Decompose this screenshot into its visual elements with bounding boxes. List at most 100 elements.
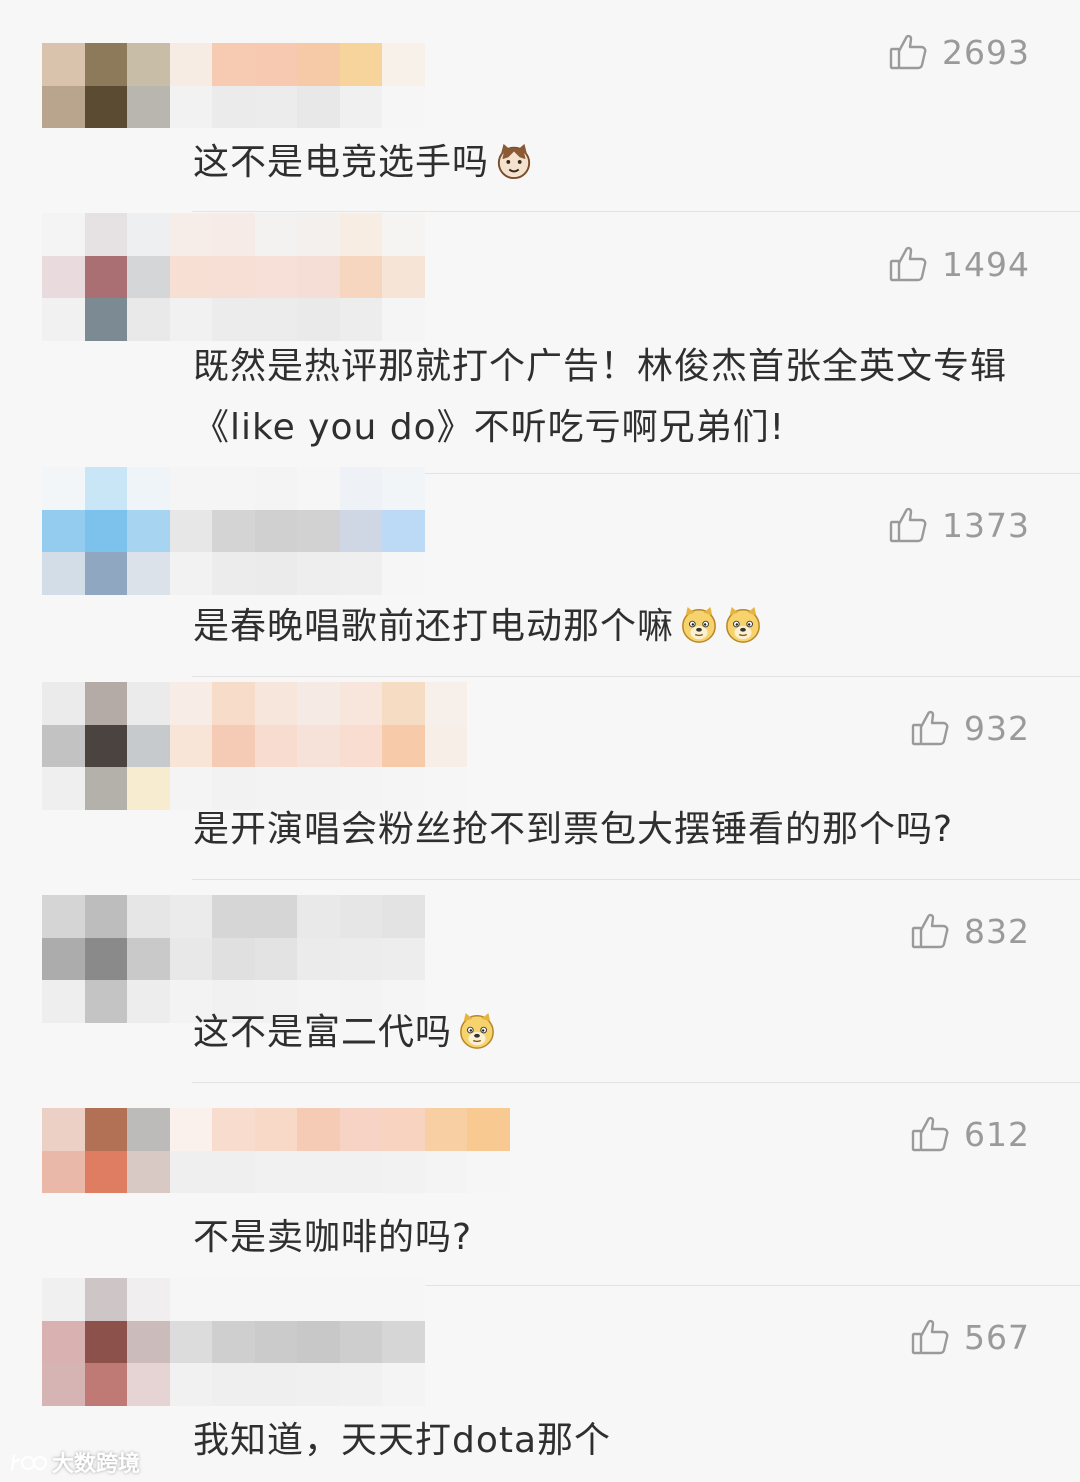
mosaic-cell [212, 1320, 255, 1363]
mosaic-cell [382, 255, 425, 298]
comment-text: 是开演唱会粉丝抢不到票包大摆锤看的那个吗? [193, 809, 954, 850]
doge-icon [460, 1012, 494, 1049]
comment-text: 是春晚唱歌前还打电动那个嘛 [193, 596, 1023, 657]
mosaic-cell [382, 1150, 425, 1193]
mosaic-cell [297, 1108, 340, 1151]
mosaic-cell [339, 895, 382, 938]
mosaic-cell [212, 509, 255, 552]
thumbs-up-icon [911, 913, 949, 949]
thumbs-up-icon [889, 246, 927, 282]
mosaic-cell [212, 895, 255, 938]
comment-item: 567 我知道，天天打dota那个 [0, 1278, 1080, 1482]
mosaic-cell [339, 682, 382, 725]
mosaic-cell [297, 682, 340, 725]
mosaic-cell [382, 1108, 425, 1151]
blurred-user-info[interactable] [42, 682, 467, 810]
comment-text: 不是卖咖啡的吗? [193, 1217, 473, 1258]
mosaic-cell [254, 85, 297, 128]
mosaic-cell [424, 682, 467, 725]
blurred-user-info[interactable] [42, 43, 425, 128]
mosaic-cell [169, 213, 212, 256]
like-button[interactable]: 832 [910, 911, 1030, 951]
mosaic-cell [42, 1108, 85, 1151]
mosaic-cell [84, 43, 127, 86]
mosaic-cell [42, 980, 85, 1023]
mosaic-cell [169, 1278, 212, 1321]
mosaic-cell [297, 937, 340, 980]
mosaic-cell [212, 85, 255, 128]
blurred-user-info[interactable] [42, 1108, 510, 1193]
mosaic-cell [42, 552, 85, 595]
mosaic-cell [297, 552, 340, 595]
mosaic-cell [169, 298, 212, 341]
mosaic-cell [424, 1108, 467, 1151]
mosaic-cell [297, 213, 340, 256]
mosaic-cell [169, 682, 212, 725]
mosaic-cell [212, 1150, 255, 1193]
mosaic-cell [42, 1320, 85, 1363]
blurred-user-info[interactable] [42, 1278, 425, 1406]
mosaic-cell [254, 509, 297, 552]
blurred-user-info[interactable] [42, 467, 425, 595]
mosaic-cell [424, 1150, 467, 1193]
mosaic-cell [297, 1320, 340, 1363]
mosaic-cell [84, 682, 127, 725]
watermark-text: 大数跨境 [52, 1452, 141, 1477]
mosaic-cell [169, 1150, 212, 1193]
mosaic-cell [339, 1278, 382, 1321]
mosaic-cell [42, 509, 85, 552]
like-button[interactable]: 1494 [888, 244, 1030, 284]
mosaic-cell [254, 467, 297, 510]
mosaic-cell [212, 682, 255, 725]
mosaic-cell [382, 509, 425, 552]
comment-item: 932 是开演唱会粉丝抢不到票包大摆锤看的那个吗? [0, 677, 1080, 880]
mosaic-cell [254, 1363, 297, 1406]
mosaic-cell [254, 1278, 297, 1321]
mosaic-cell [127, 682, 170, 725]
blurred-user-info[interactable] [42, 213, 425, 341]
mosaic-cell [212, 298, 255, 341]
mosaic-cell [297, 255, 340, 298]
mosaic-cell [382, 298, 425, 341]
mosaic-cell [42, 255, 85, 298]
mosaic-cell [382, 682, 425, 725]
like-button[interactable]: 1373 [888, 505, 1030, 545]
like-button[interactable]: 2693 [888, 32, 1030, 72]
mosaic-cell [169, 552, 212, 595]
like-count: 2693 [942, 32, 1030, 72]
mosaic-cell [339, 213, 382, 256]
like-count: 567 [964, 1317, 1030, 1357]
mosaic-cell [339, 937, 382, 980]
mosaic-cell [169, 43, 212, 86]
mosaic-cell [339, 85, 382, 128]
mosaic-cell [297, 85, 340, 128]
mosaic-cell [382, 467, 425, 510]
mosaic-cell [297, 43, 340, 86]
like-count: 932 [964, 708, 1030, 748]
like-count: 832 [964, 911, 1030, 951]
mosaic-cell [254, 255, 297, 298]
mosaic-cell [297, 1150, 340, 1193]
like-button[interactable]: 612 [910, 1114, 1030, 1154]
mosaic-cell [212, 724, 255, 767]
mosaic-cell [127, 1320, 170, 1363]
comment-text: 这不是富二代吗 [193, 1002, 1023, 1063]
comment-item: 612 不是卖咖啡的吗? [0, 1083, 1080, 1286]
like-button[interactable]: 567 [910, 1317, 1030, 1357]
mosaic-cell [42, 937, 85, 980]
mosaic-cell [382, 724, 425, 767]
like-button[interactable]: 932 [910, 708, 1030, 748]
mosaic-cell [84, 467, 127, 510]
mosaic-cell [127, 467, 170, 510]
mosaic-cell [127, 980, 170, 1023]
mosaic-cell [212, 213, 255, 256]
mosaic-cell [297, 724, 340, 767]
mosaic-cell [339, 1108, 382, 1151]
mosaic-cell [382, 1363, 425, 1406]
mosaic-cell [297, 467, 340, 510]
mosaic-cell [84, 213, 127, 256]
mosaic-cell [127, 767, 170, 810]
comment-item: 1373 是春晚唱歌前还打电动那个嘛 [0, 467, 1080, 677]
mosaic-cell [169, 467, 212, 510]
mosaic-cell [467, 1108, 510, 1151]
